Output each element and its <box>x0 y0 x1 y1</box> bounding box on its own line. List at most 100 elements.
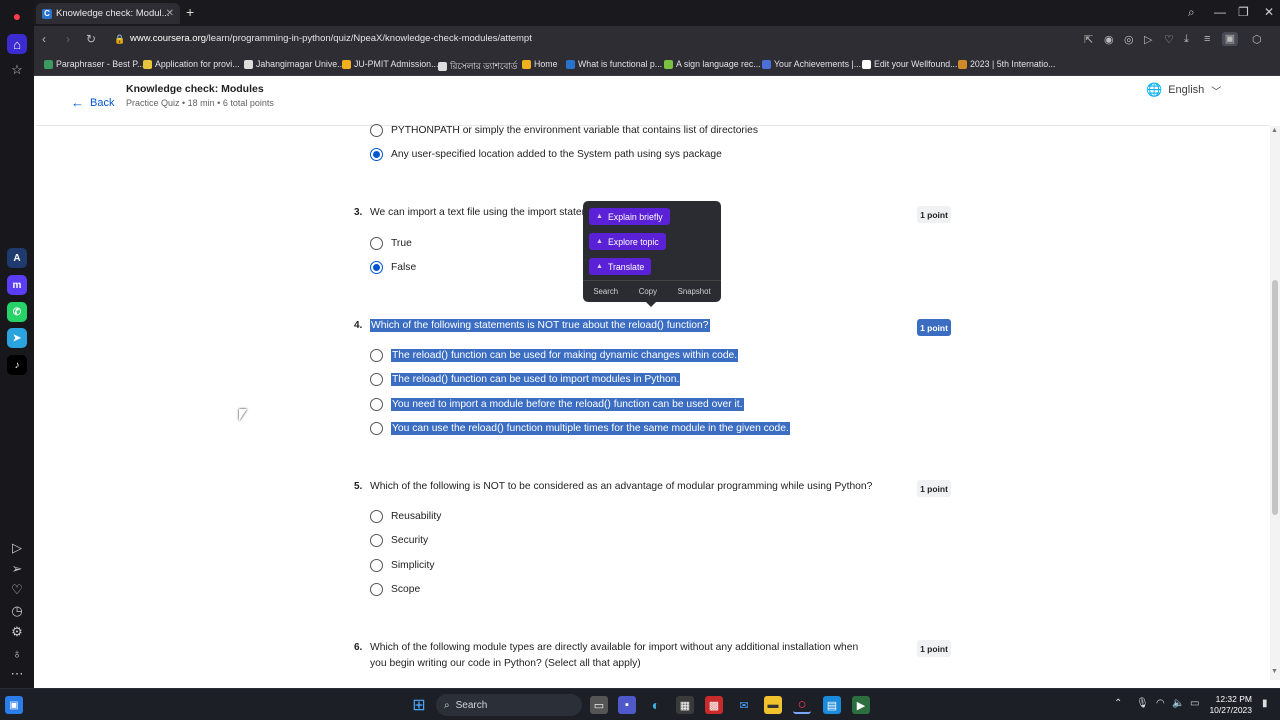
bookmark-item[interactable]: JU-PMIT Admission... <box>342 59 438 69</box>
file-explorer-icon[interactable]: ▬ <box>764 696 782 714</box>
explain-briefly-button[interactable]: ▲ Explain briefly <box>589 208 670 225</box>
aria-app-icon[interactable]: A <box>7 248 27 268</box>
battery-icon[interactable]: ▭ <box>1190 698 1199 709</box>
play-icon[interactable]: ▷ <box>1144 33 1152 46</box>
radio-button[interactable] <box>370 349 383 362</box>
q2-option[interactable]: PYTHONPATH or simply the environment var… <box>370 124 758 137</box>
player-icon[interactable]: ▷ <box>7 538 27 558</box>
wifi-icon[interactable]: ◠ <box>1156 698 1165 709</box>
q5-option[interactable]: Simplicity <box>370 559 434 572</box>
telegram-app-icon[interactable]: ➤ <box>7 328 27 348</box>
popup-search-button[interactable]: Search <box>593 287 618 296</box>
bookmark-item[interactable]: Your Achievements |... <box>762 59 861 69</box>
q4-option[interactable]: The reload() function can be used to imp… <box>370 373 681 386</box>
q2-option[interactable]: Any user-specified location added to the… <box>370 148 722 161</box>
heart-toolbar-icon[interactable]: ♡ <box>1164 33 1174 46</box>
q5-option[interactable]: Scope <box>370 583 420 596</box>
app-icon[interactable]: ▶ <box>852 696 870 714</box>
radio-button-selected[interactable] <box>370 148 383 161</box>
q4-option[interactable]: You can use the reload() function multip… <box>370 422 790 435</box>
edge-icon[interactable]: ◐ <box>647 696 665 714</box>
mail-icon[interactable]: ✉ <box>735 696 753 714</box>
bookmark-item[interactable]: 2023 | 5th Internatio... <box>958 59 1055 69</box>
back-nav-icon[interactable]: ‹ <box>42 32 46 46</box>
star-icon[interactable]: ☆ <box>7 60 27 80</box>
bookmark-item[interactable]: Application for provi... <box>143 59 240 69</box>
camera-icon[interactable]: ◉ <box>1104 33 1114 46</box>
explore-topic-button[interactable]: ▲ Explore topic <box>589 233 666 250</box>
restore-icon[interactable]: ❐ <box>1238 5 1249 19</box>
ms-store-icon[interactable]: ▣ <box>5 696 23 714</box>
translate-button[interactable]: ▲ Translate <box>589 258 652 275</box>
messenger-app-icon[interactable]: m <box>7 275 27 295</box>
bookmark-item[interactable]: What is functional p... <box>566 59 662 69</box>
page-scrollbar[interactable]: ▲ ▼ <box>1270 126 1280 680</box>
q3-option[interactable]: False <box>370 261 416 274</box>
popup-copy-button[interactable]: Copy <box>639 287 657 296</box>
profile-icon[interactable]: ▣ <box>1222 32 1238 46</box>
more-icon[interactable]: ⋯ <box>7 664 27 684</box>
volume-icon[interactable]: 🔈 <box>1172 698 1184 709</box>
gift-icon[interactable]: ▩ <box>705 696 723 714</box>
tiktok-app-icon[interactable]: ♪ <box>7 355 27 375</box>
q3-option[interactable]: True <box>370 237 412 250</box>
radio-button[interactable] <box>370 583 383 596</box>
bookmark-item[interactable]: Edit your Wellfound... <box>862 59 957 69</box>
task-view-icon[interactable]: ▭ <box>590 696 608 714</box>
forward-nav-icon[interactable]: › <box>66 32 70 46</box>
share-icon[interactable]: ⇱ <box>1084 33 1093 46</box>
radio-button[interactable] <box>370 373 383 386</box>
tray-overflow-icon[interactable]: ⌃ <box>1114 698 1122 709</box>
language-selector[interactable]: 🌐 English ﹀ <box>1146 82 1221 98</box>
radio-button[interactable] <box>370 124 383 137</box>
url-field[interactable]: www.coursera.org/learn/programming-in-py… <box>130 33 532 44</box>
opera-logo-icon[interactable]: ● <box>7 6 27 26</box>
bookmark-item[interactable]: Home <box>522 59 557 69</box>
q5-option[interactable]: Reusability <box>370 510 441 523</box>
reload-icon[interactable]: ↻ <box>86 32 96 46</box>
notepad-icon[interactable]: ▤ <box>823 696 841 714</box>
menu-icon[interactable]: ≡ <box>1204 33 1210 45</box>
home-icon[interactable]: ⌂ <box>7 34 27 54</box>
notification-icon[interactable]: ▮ <box>1262 698 1268 709</box>
history-icon[interactable]: ◷ <box>7 601 27 621</box>
extensions-icon[interactable]: ⬡ <box>1252 33 1262 46</box>
new-tab-icon[interactable]: + <box>186 4 194 20</box>
mic-icon[interactable]: 🎙 <box>1136 698 1149 709</box>
scroll-up-icon[interactable]: ▲ <box>1271 127 1278 134</box>
popup-snapshot-button[interactable]: Snapshot <box>678 287 711 296</box>
teams-icon[interactable]: ▪ <box>618 696 636 714</box>
radio-button[interactable] <box>370 422 383 435</box>
send-icon[interactable]: ➢ <box>7 559 27 579</box>
bookmark-item[interactable]: Jahangirnagar Unive... <box>244 59 345 69</box>
search-tabs-icon[interactable]: ⌕ <box>1188 5 1195 20</box>
store-icon[interactable]: ▦ <box>676 696 694 714</box>
radio-button[interactable] <box>370 237 383 250</box>
heart-icon[interactable]: ♡ <box>7 580 27 600</box>
q4-option[interactable]: You need to import a module before the r… <box>370 398 744 411</box>
scrollbar-thumb[interactable] <box>1272 280 1278 515</box>
bookmark-item[interactable]: Paraphraser - Best P... <box>44 59 144 69</box>
opera-taskbar-icon[interactable]: ○ <box>793 696 811 714</box>
q4-option[interactable]: The reload() function can be used for ma… <box>370 349 739 362</box>
minimize-icon[interactable]: — <box>1214 5 1226 19</box>
scroll-down-icon[interactable]: ▼ <box>1271 668 1278 675</box>
taskbar-clock[interactable]: 12:32 PM 10/27/2023 <box>1206 694 1252 716</box>
bulb-icon[interactable]: ♁ <box>7 643 27 663</box>
vpn-icon[interactable]: ◎ <box>1124 33 1134 46</box>
settings-icon[interactable]: ⚙ <box>7 622 27 642</box>
radio-button[interactable] <box>370 510 383 523</box>
bookmark-item[interactable]: রিসেলার ড্যাশবোর্ড <box>438 59 517 74</box>
q5-option[interactable]: Security <box>370 534 428 547</box>
close-window-icon[interactable]: ✕ <box>1264 5 1274 19</box>
back-button[interactable]: ← Back <box>71 95 114 110</box>
close-tab-icon[interactable]: ✕ <box>166 8 174 19</box>
radio-button-selected[interactable] <box>370 261 383 274</box>
download-icon[interactable]: ⤓ <box>1184 33 1189 46</box>
windows-start-icon[interactable]: ⊞ <box>410 696 428 714</box>
radio-button[interactable] <box>370 559 383 572</box>
whatsapp-app-icon[interactable]: ✆ <box>7 302 27 322</box>
radio-button[interactable] <box>370 398 383 411</box>
radio-button[interactable] <box>370 534 383 547</box>
taskbar-search[interactable]: ⌕ Search <box>436 694 582 716</box>
